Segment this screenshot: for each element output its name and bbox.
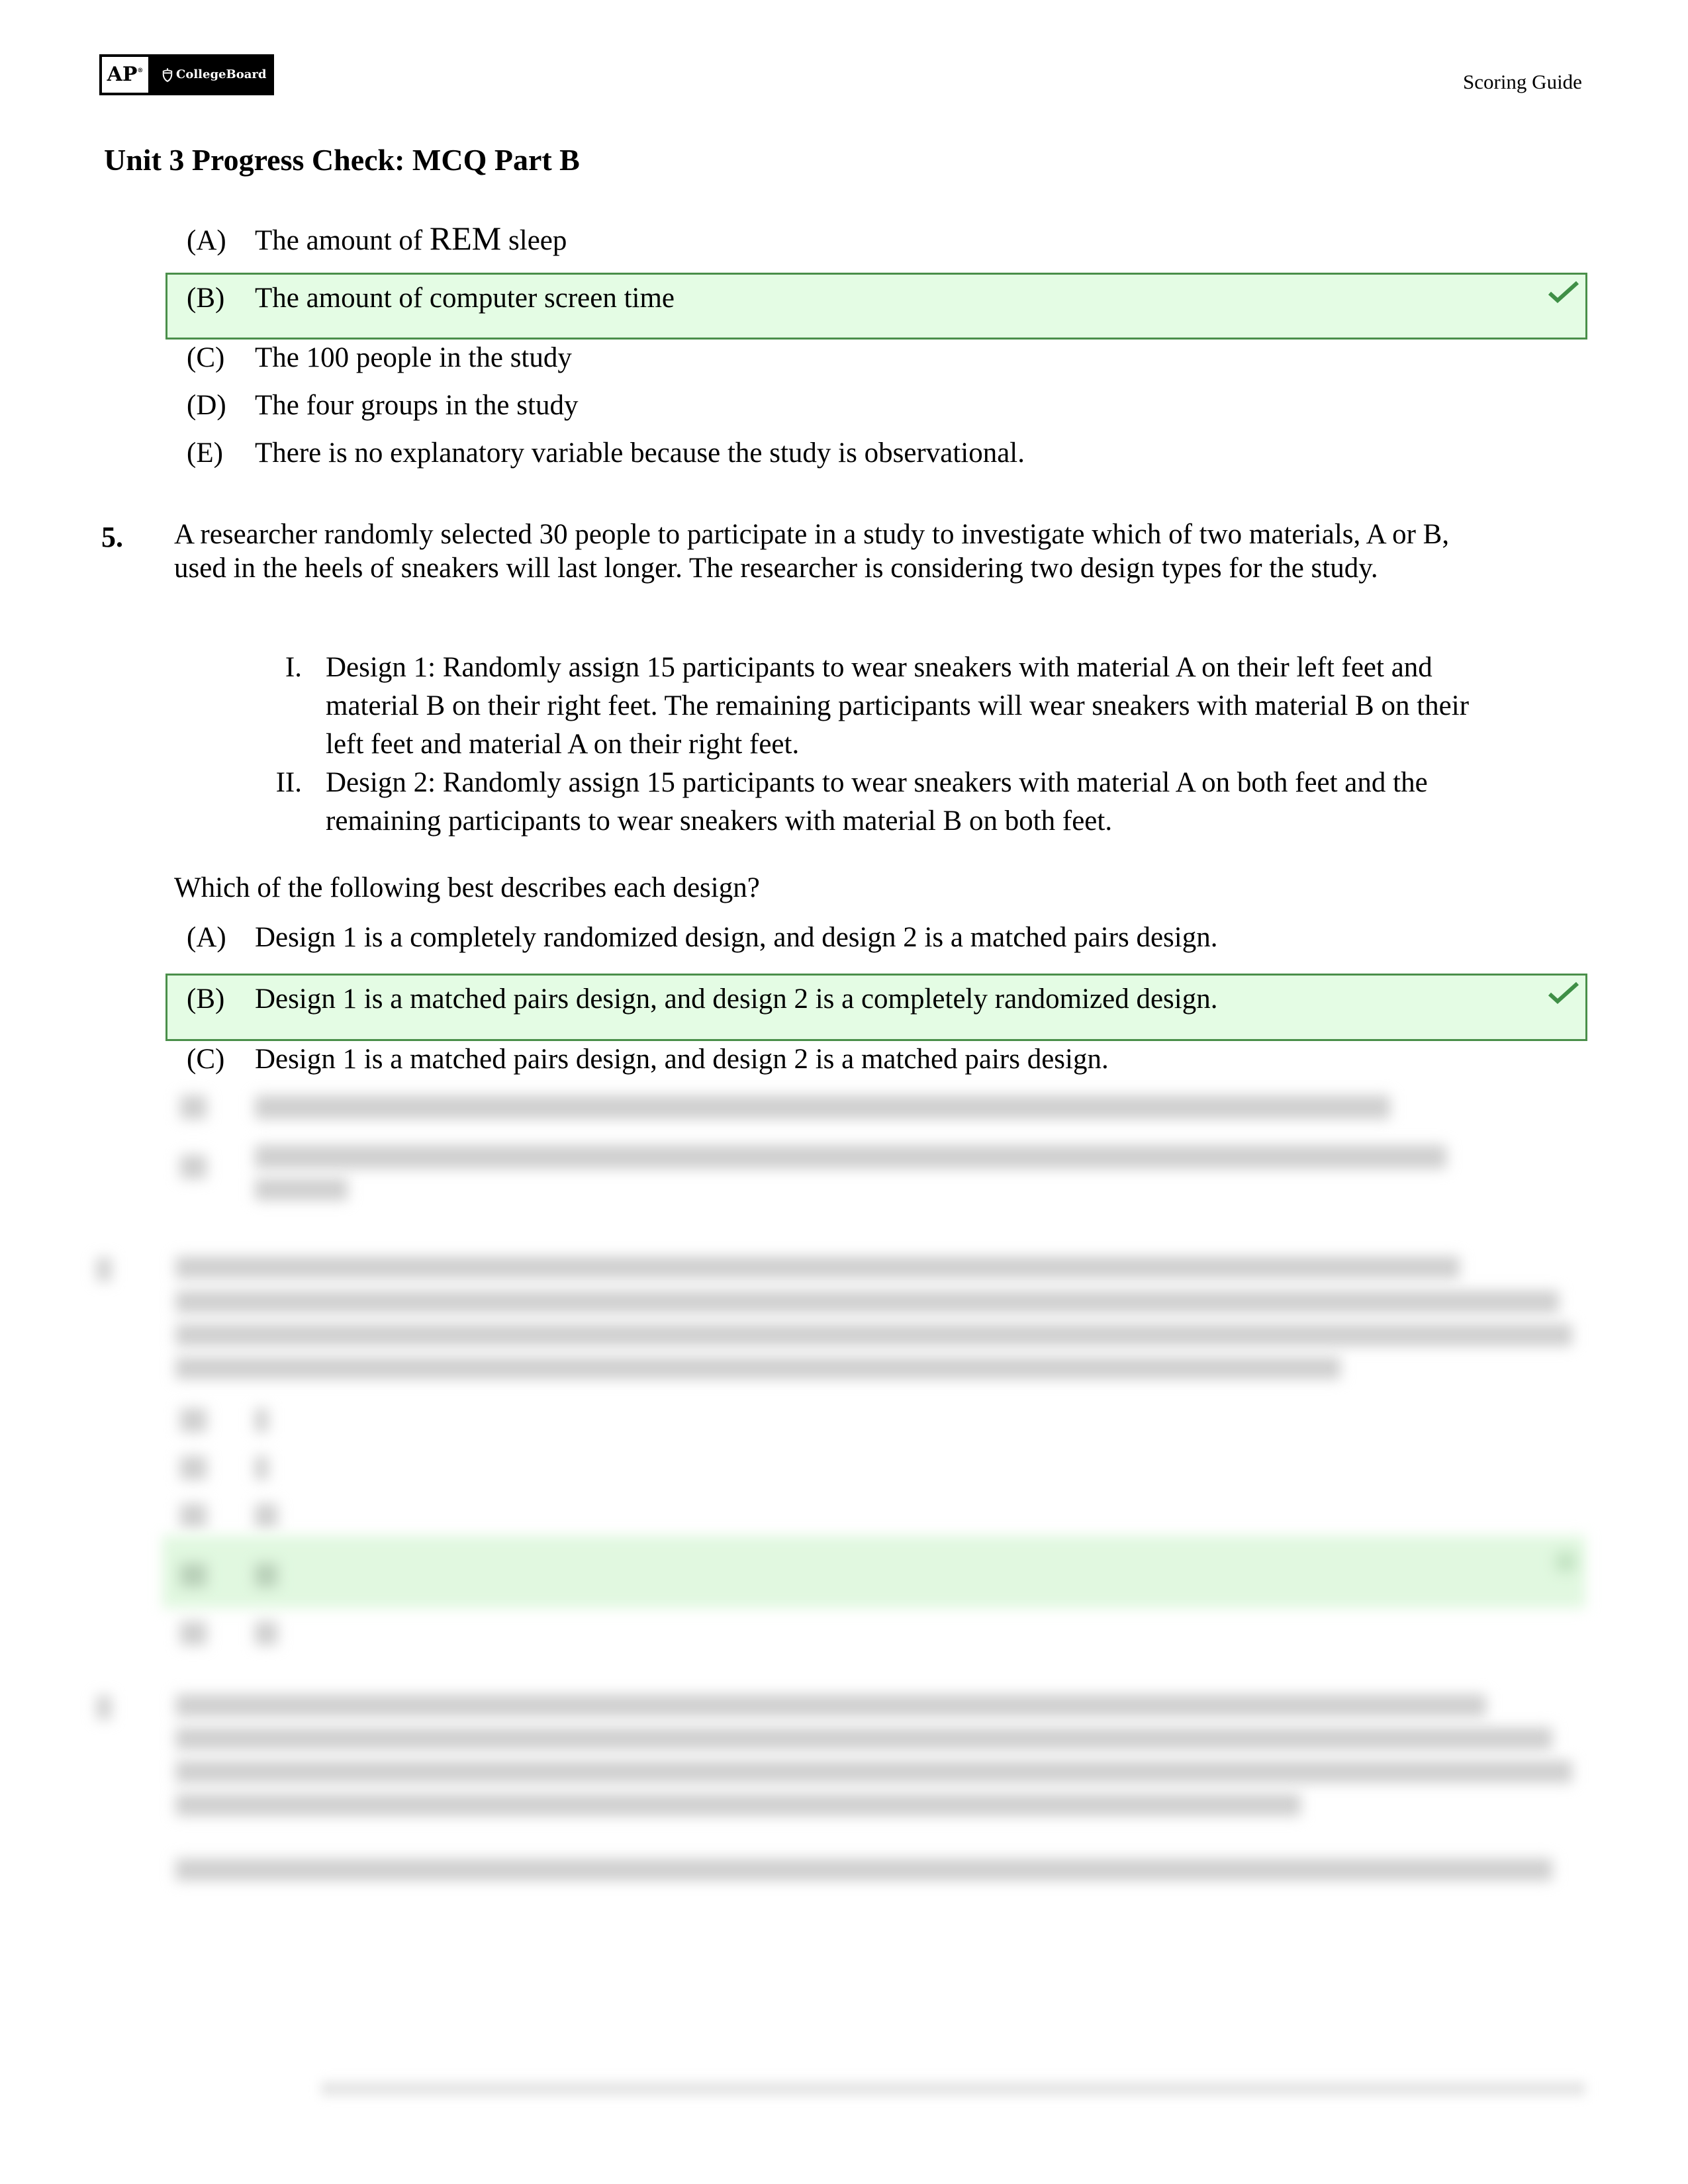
option-text: The four groups in the study	[255, 390, 579, 421]
question-5-stem: A researcher randomly selected 30 people…	[174, 518, 1597, 585]
ap-logo: AP®	[102, 57, 148, 93]
ap-collegeboard-logo: AP® CollegeBoard	[99, 54, 274, 95]
option-label: (E)	[187, 437, 223, 469]
option-text-suffix: sleep	[501, 225, 567, 256]
blurred-option-text	[255, 1145, 1446, 1169]
collegeboard-logo: CollegeBoard	[162, 56, 266, 94]
check-icon	[1548, 281, 1579, 304]
option-text-prefix: The amount of	[255, 225, 430, 256]
answer-option-4e: (E) There is no explanatory variable beca…	[187, 436, 1025, 471]
answer-option-4a: (A) The amount of REM sleep	[187, 221, 567, 258]
blurred-stem-line	[175, 1324, 1572, 1346]
option-text: There is no explanatory variable because…	[255, 437, 1025, 469]
option-label: (A)	[187, 225, 226, 256]
collegeboard-logo-text: CollegeBoard	[176, 68, 267, 81]
option-text: Design 1 is a matched pairs design, and …	[255, 1044, 1109, 1075]
design-text: Design 1: Randomly assign 15 participant…	[326, 649, 1575, 764]
roman-numeral: II.	[275, 767, 302, 798]
option-text: The 100 people in the study	[255, 342, 572, 373]
question-5-prompt: Which of the following best describes ea…	[174, 872, 760, 903]
roman-numeral: I.	[285, 652, 302, 683]
blurred-option-label	[180, 1621, 207, 1645]
answer-option-4c: (C) The 100 people in the study	[187, 341, 572, 375]
blurred-prompt-line	[175, 1858, 1552, 1881]
blurred-question-number	[97, 1257, 111, 1281]
answer-option-4d: (D) The four groups in the study	[187, 388, 578, 423]
blurred-option-text	[255, 1563, 277, 1587]
design-line: material B on their right feet. The rema…	[326, 690, 1470, 721]
answer-option-5c: (C) Design 1 is a matched pairs design, a…	[187, 1042, 1109, 1077]
design-1-item: I. Design 1: Randomly assign 15 particip…	[265, 649, 1575, 764]
blurred-option-label	[180, 1504, 207, 1527]
blurred-option-label	[180, 1563, 207, 1587]
option-text: Design 1 is a completely randomized desi…	[255, 922, 1218, 953]
acorn-icon	[162, 68, 173, 82]
blurred-option-label	[180, 1456, 207, 1480]
option-label: (B)	[187, 983, 225, 1015]
blurred-stem-line	[175, 1794, 1301, 1816]
blurred-option-text	[255, 1621, 277, 1645]
option-text: The amount of REM sleep	[255, 221, 567, 256]
option-label: (A)	[187, 922, 226, 953]
blurred-stem-line	[175, 1256, 1460, 1279]
blurred-option-label	[180, 1408, 207, 1432]
answer-option-4b: (B) The amount of computer screen time	[187, 281, 675, 316]
blurred-stem-line	[175, 1760, 1572, 1783]
check-icon	[1548, 981, 1579, 1005]
blurred-option-label	[180, 1095, 207, 1119]
doc-type-label: Scoring Guide	[1463, 70, 1582, 93]
option-text-emphasis: REM	[429, 220, 502, 257]
blurred-option-text	[255, 1456, 268, 1480]
blurred-footer-rule	[321, 2081, 1585, 2096]
option-label: (B)	[187, 283, 225, 314]
answer-option-5b: (B) Design 1 is a matched pairs design, a…	[187, 982, 1217, 1017]
option-text: The amount of computer screen time	[255, 283, 675, 314]
blurred-stem-line	[175, 1727, 1552, 1750]
blurred-correct-answer-highlight	[162, 1535, 1585, 1608]
blurred-stem-line	[175, 1291, 1559, 1313]
blurred-option-text	[255, 1408, 268, 1432]
blurred-question-number	[97, 1696, 111, 1719]
blurred-option-text	[255, 1095, 1390, 1119]
ap-logo-text: AP	[107, 63, 138, 86]
blurred-option-text	[255, 1178, 348, 1201]
option-text: Design 1 is a matched pairs design, and …	[255, 983, 1218, 1015]
question-number-5: 5.	[101, 521, 123, 553]
design-line: Design 2: Randomly assign 15 participant…	[326, 767, 1428, 798]
blurred-stem-line	[175, 1694, 1486, 1717]
blurred-check-icon	[1556, 1552, 1575, 1572]
registered-mark: ®	[137, 68, 144, 74]
design-line: left feet and material A on their right …	[326, 729, 800, 760]
page-title: Unit 3 Progress Check: MCQ Part B	[104, 143, 580, 177]
design-line: Design 1: Randomly assign 15 participant…	[326, 652, 1432, 683]
option-label: (D)	[187, 390, 226, 421]
option-label: (C)	[187, 1044, 225, 1075]
design-line: remaining participants to wear sneakers …	[326, 805, 1113, 837]
stem-line: used in the heels of sneakers will last …	[174, 553, 1378, 584]
stem-line: A researcher randomly selected 30 people…	[174, 519, 1450, 550]
blurred-option-text	[255, 1504, 277, 1527]
answer-option-5a: (A) Design 1 is a completely randomized d…	[187, 921, 1217, 955]
option-label: (C)	[187, 342, 225, 373]
blurred-option-label	[180, 1155, 207, 1179]
design-2-item: II. Design 2: Randomly assign 15 partici…	[265, 764, 1575, 841]
blurred-stem-line	[175, 1357, 1340, 1379]
design-text: Design 2: Randomly assign 15 participant…	[326, 764, 1575, 841]
